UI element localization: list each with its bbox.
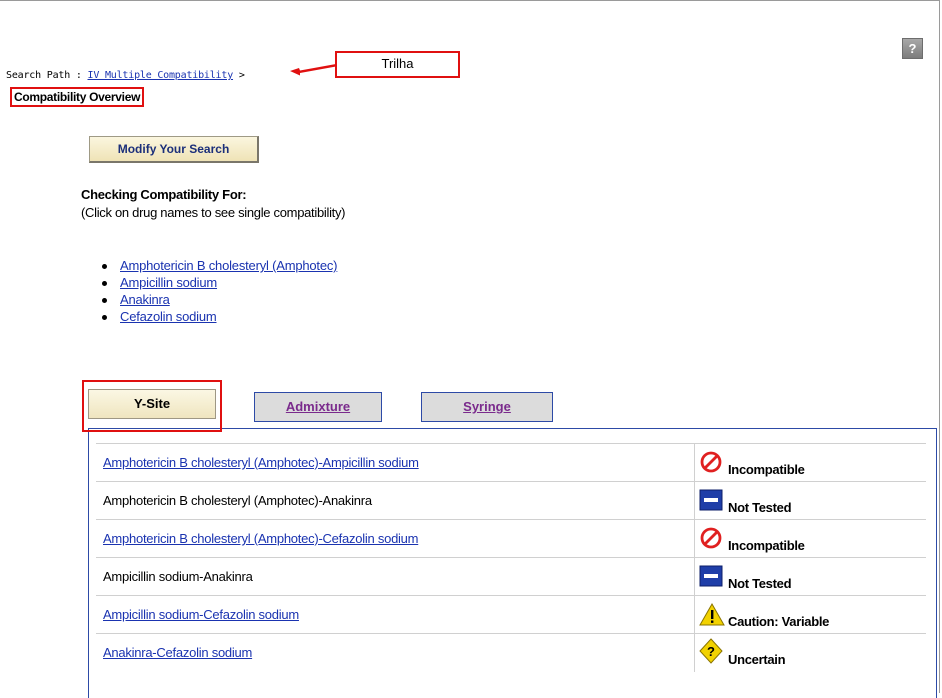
help-button[interactable]: ?	[902, 38, 923, 59]
not-tested-icon	[699, 489, 723, 511]
drug-link[interactable]: Ampicillin sodium	[120, 275, 217, 290]
table-row: Amphotericin B cholesteryl (Amphotec)-Am…	[96, 443, 926, 482]
bullet-icon	[102, 281, 107, 286]
not-tested-icon	[699, 565, 723, 587]
tab-syringe[interactable]: Syringe	[421, 392, 553, 422]
status-label: Uncertain	[728, 652, 786, 667]
uncertain-icon: ?	[699, 638, 723, 664]
modify-search-button[interactable]: Modify Your Search	[89, 136, 259, 163]
svg-text:?: ?	[707, 644, 715, 659]
tab-admixture[interactable]: Admixture	[254, 392, 382, 422]
table-row: Ampicillin sodium-Anakinra Not Tested	[96, 557, 926, 596]
drug-list-item: Cefazolin sodium	[102, 309, 337, 326]
status-label: Incompatible	[728, 462, 805, 477]
pair-link[interactable]: Amphotericin B cholesteryl (Amphotec)-Ce…	[103, 531, 419, 546]
checking-subtext: (Click on drug names to see single compa…	[81, 205, 346, 220]
pair-link[interactable]: Ampicillin sodium-Cefazolin sodium	[103, 607, 299, 622]
annotation-trilha: Trilha	[335, 51, 460, 78]
table-row: Anakinra-Cefazolin sodium ? Uncertain	[96, 633, 926, 672]
status-label: Incompatible	[728, 538, 805, 553]
status-cell: ? Uncertain	[694, 634, 927, 672]
pair-text: Ampicillin sodium-Anakinra	[103, 569, 253, 584]
status-cell: Not Tested	[694, 482, 927, 520]
drug-list-item: Amphotericin B cholesteryl (Amphotec)	[102, 258, 338, 275]
incompatible-icon	[700, 527, 722, 549]
incompatible-icon	[700, 451, 722, 473]
pair-link[interactable]: Anakinra-Cefazolin sodium	[103, 645, 252, 660]
status-cell: Not Tested	[694, 558, 927, 596]
drug-list-item: Ampicillin sodium	[102, 275, 337, 292]
drug-link[interactable]: Anakinra	[120, 292, 170, 307]
table-row: Ampicillin sodium-Cefazolin sodium Cauti…	[96, 595, 926, 634]
pair-link[interactable]: Amphotericin B cholesteryl (Amphotec)-Am…	[103, 455, 419, 470]
status-label: Caution: Variable	[728, 614, 830, 629]
drug-list-item: Anakinra	[102, 292, 337, 309]
status-cell: Caution: Variable	[694, 596, 927, 634]
drug-list: Amphotericin B cholesteryl (Amphotec) Am…	[102, 258, 338, 326]
tab-syringe-label: Syringe	[463, 399, 511, 414]
caution-icon	[699, 602, 725, 626]
bullet-icon	[102, 315, 107, 320]
bullet-icon	[102, 298, 107, 303]
status-label: Not Tested	[728, 500, 792, 515]
drug-link[interactable]: Amphotericin B cholesteryl (Amphotec)	[120, 258, 338, 273]
tab-admixture-label: Admixture	[285, 399, 351, 414]
drug-link[interactable]: Cefazolin sodium	[120, 309, 217, 324]
pair-text: Amphotericin B cholesteryl (Amphotec)-An…	[103, 493, 372, 508]
table-row: Amphotericin B cholesteryl (Amphotec)-An…	[96, 481, 926, 520]
bullet-icon	[102, 264, 107, 269]
table-row: Amphotericin B cholesteryl (Amphotec)-Ce…	[96, 519, 926, 558]
status-cell: Incompatible	[694, 520, 927, 558]
checking-heading: Checking Compatibility For:	[81, 187, 247, 202]
status-cell: Incompatible	[694, 444, 927, 482]
status-label: Not Tested	[728, 576, 792, 591]
annotation-highlight-y-site	[82, 380, 222, 432]
annotation-arrow	[290, 64, 336, 76]
page-title: Compatibility Overview	[10, 87, 145, 107]
